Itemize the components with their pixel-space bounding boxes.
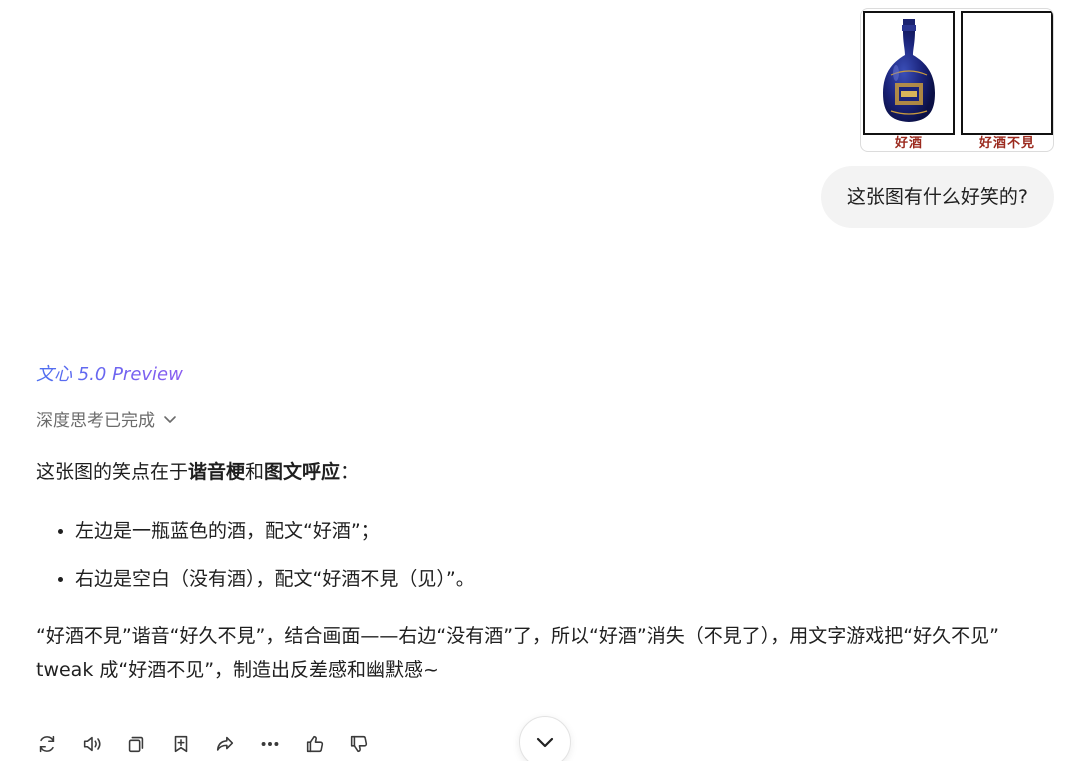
more-icon [261, 742, 279, 746]
highlight-homophone: 谐音梗 [188, 461, 246, 483]
empty-panel [961, 11, 1053, 135]
answer-conclusion: “好酒不見”谐音“好久不見”，结合画面——右边“没有酒”了，所以“好酒”消失（不… [36, 625, 999, 681]
highlight-image-text: 图文呼应 [264, 461, 341, 483]
list-item: 左边是一瓶蓝色的酒，配文“好酒”； [75, 507, 1051, 555]
regenerate-icon [39, 735, 55, 753]
scroll-to-bottom-button[interactable] [519, 716, 571, 761]
share-button[interactable] [212, 731, 238, 757]
attached-image[interactable]: 好酒 好酒不見 [860, 8, 1054, 152]
bookmark-add-icon [174, 735, 188, 753]
answer-intro: 这张图的笑点在于谐音梗和图文呼应： [36, 461, 360, 483]
message-actions [34, 731, 391, 757]
bottle-panel [863, 11, 955, 135]
chat-page: 好酒 好酒不見 这张图有什么好笑的? 文心 5.0 Preview 深度思考已完… [0, 0, 1080, 761]
speaker-icon [83, 736, 101, 752]
dislike-button[interactable] [346, 731, 372, 757]
like-button[interactable] [302, 731, 328, 757]
left-caption: 好酒 [894, 136, 923, 151]
user-message-bubble: 这张图有什么好笑的? [820, 166, 1054, 228]
assistant-answer: 这张图的笑点在于谐音梗和图文呼应： 左边是一瓶蓝色的酒，配文“好酒”； 右边是空… [36, 455, 1051, 687]
share-icon [217, 736, 234, 751]
thinking-toggle[interactable]: 深度思考已完成 [36, 406, 177, 431]
copy-icon [128, 736, 144, 753]
list-item: 右边是空白（没有酒），配文“好酒不見（见）”。 [75, 555, 1051, 603]
thinking-label: 深度思考已完成 [36, 411, 155, 431]
thumbs-down-icon [351, 735, 368, 753]
chevron-down-icon [536, 737, 554, 748]
regenerate-button[interactable] [34, 731, 60, 757]
thumbs-up-icon [306, 735, 323, 753]
liquor-bottle-image [883, 19, 935, 122]
right-caption: 好酒不見 [978, 136, 1035, 151]
model-name: 文心 5.0 Preview [36, 360, 183, 386]
more-button[interactable] [257, 731, 283, 757]
chevron-down-icon [164, 415, 176, 423]
answer-bullets: 左边是一瓶蓝色的酒，配文“好酒”； 右边是空白（没有酒），配文“好酒不見（见）”… [36, 507, 1051, 603]
read-aloud-button[interactable] [79, 731, 105, 757]
bookmark-button[interactable] [168, 731, 194, 757]
copy-button[interactable] [123, 731, 149, 757]
